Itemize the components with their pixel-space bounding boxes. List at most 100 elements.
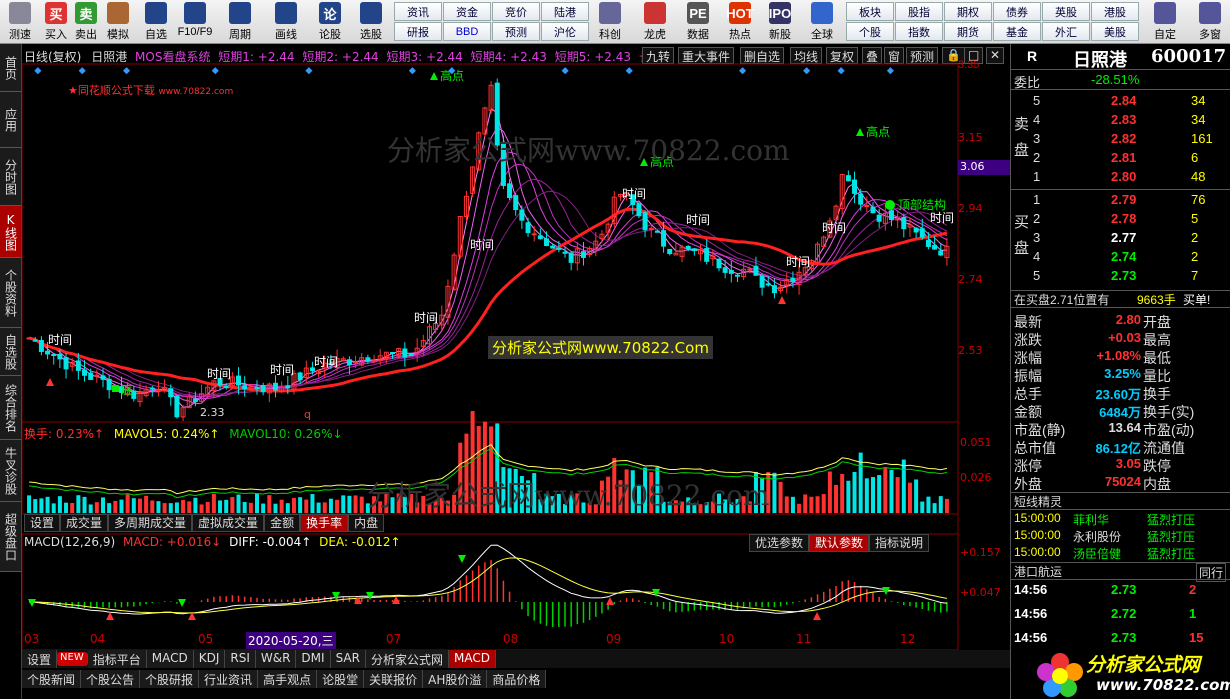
hot-button[interactable]: HOT 热点 [722,2,758,42]
r-marker: R [1027,48,1038,64]
pe-button[interactable]: PE 数据 [680,2,716,42]
indicator-tab[interactable]: RSI [225,650,256,668]
side-tab[interactable]: 牛叉诊股 [0,440,21,502]
news-tab[interactable]: 商品价格 [487,670,547,688]
level-price: 2.81 [1111,150,1137,165]
hammer-button[interactable]: 模拟 [100,2,136,42]
volume-bar [82,496,87,513]
toolbar-link[interactable]: 预测 [492,22,540,41]
magnifier-button[interactable]: 选股 [353,2,389,42]
buy-level-row[interactable]: 1 2.79 76 [1011,192,1230,210]
volume-tab[interactable]: 虚拟成交量 [192,514,265,532]
toolbar-link[interactable]: 板块 [846,2,894,21]
news-tab[interactable]: 行业资讯 [199,670,259,688]
toolbar-link[interactable]: 资金 [443,2,491,21]
buy-level-row[interactable]: 2 2.78 5 [1011,211,1230,229]
side-tab[interactable]: K线图 [0,206,21,258]
indicator-tab[interactable]: MACD [448,650,496,668]
volume-tab[interactable]: 设置 [24,514,61,532]
elf-row[interactable]: 15:00:00 菲利华 猛烈打压 [1011,511,1230,529]
side-tab[interactable]: 分时图 [0,148,21,206]
buy-level-row[interactable]: 4 2.74 2 [1011,249,1230,267]
candle-body [254,386,260,390]
star-button[interactable]: 自选 [138,2,174,42]
toolbar-link[interactable]: 资讯 [394,2,442,21]
forum-button[interactable]: 论论股 [312,2,348,42]
side-tab[interactable]: 综合排名 [0,376,21,440]
ipo-button[interactable]: IPO 新股 [762,2,798,42]
pen-button[interactable]: 画线 [268,2,304,42]
sell-level-row[interactable]: 2 2.81 6 [1011,150,1230,168]
toolbar-link[interactable]: 外汇 [1042,22,1090,41]
indicator-tab[interactable]: W&R [255,650,297,668]
volume-tab[interactable]: 多周期成交量 [108,514,193,532]
custom-button[interactable]: 自定 [1147,2,1183,42]
macd-tab[interactable]: 优选参数 [749,534,810,552]
news-tab[interactable]: 个股新闻 [22,670,82,688]
toolbar-link[interactable]: 基金 [993,22,1041,41]
toolbar-link[interactable]: 指数 [895,22,943,41]
indicator-tab[interactable]: 分析家公式网 [365,650,449,668]
sell-level-row[interactable]: 3 2.82 161 [1011,131,1230,149]
toolbar-link[interactable]: 沪伦 [541,22,589,41]
toolbar-link[interactable]: 期货 [944,22,992,41]
dragon-button[interactable]: 龙虎 [637,2,673,42]
clock-button[interactable]: 周期 [222,2,258,42]
toolbar-link[interactable]: 陆港 [541,2,589,21]
toolbar-link[interactable]: 个股 [846,22,894,41]
indicator-tab[interactable]: DMI [296,650,331,668]
candle-body [661,230,667,247]
toolbar-link[interactable]: 期权 [944,2,992,21]
toolbar-label: 模拟 [107,29,129,41]
volume-tab[interactable]: 金额 [264,514,301,532]
news-tab[interactable]: 个股研报 [140,670,200,688]
side-tab[interactable]: 自选股 [0,328,21,376]
news-tab[interactable]: AH股价溢 [423,670,488,688]
news-tab[interactable]: 高手观点 [258,670,318,688]
macd-tab[interactable]: 指标说明 [869,534,930,552]
buy-level-row[interactable]: 5 2.73 7 [1011,268,1230,286]
volume-tab[interactable]: 换手率 [300,514,349,532]
sell-level-row[interactable]: 4 2.83 34 [1011,112,1230,130]
toolbar-link[interactable]: 英股 [1042,2,1090,21]
peer-button[interactable]: 同行 [1196,563,1227,582]
indicator-tab[interactable]: 指标平台 [87,650,147,668]
kechuang-button[interactable]: 科创 [592,2,628,42]
toolbar-link[interactable]: BBD [443,22,491,41]
toolbar-link[interactable]: 港股 [1091,2,1139,21]
indicator-tab[interactable]: 设置 [22,650,58,668]
speed-button[interactable]: 测速 [2,2,38,42]
kline-chart-area[interactable]: 日线(复权) 日照港 MOS看盘系统 短期1: +2.44 短期2: +2.44… [22,44,1010,650]
news-tab[interactable]: 个股公告 [81,670,141,688]
toolbar-link[interactable]: 竞价 [492,2,540,21]
macd-tab[interactable]: 默认参数 [809,534,870,552]
volume-tab[interactable]: 成交量 [60,514,109,532]
side-tab[interactable]: 应用 [0,92,21,148]
indicator-tab[interactable]: KDJ [193,650,226,668]
buy-level-row[interactable]: 3 2.77 2 [1011,230,1230,248]
news-tab[interactable]: 关联报价 [364,670,424,688]
sell-button[interactable]: 卖卖出 [68,2,104,42]
indicator-tab[interactable]: MACD [146,650,194,668]
multiwindow-button[interactable]: 多窗 [1192,2,1228,42]
quote-row: 涨幅 +1.08% 最低 [1011,348,1230,366]
news-tab[interactable]: 论股堂 [317,670,365,688]
globe-button[interactable]: 全球 [804,2,840,42]
f10-button[interactable]: F10/F9 [177,2,213,42]
toolbar-link[interactable]: 研报 [394,22,442,41]
indicator-tab[interactable]: NEW [57,652,88,666]
indicator-tab[interactable]: SAR [330,650,366,668]
elf-row[interactable]: 15:00:00 汤臣倍健 猛烈打压 [1011,545,1230,563]
side-tab[interactable]: 首页 [0,44,21,92]
side-tab[interactable]: 超级盘口 [0,502,21,572]
volume-tab[interactable]: 内盘 [348,514,385,532]
toolbar-link[interactable]: 股指 [895,2,943,21]
toolbar-link[interactable]: 债券 [993,2,1041,21]
side-tab[interactable]: 个股资料 [0,258,21,328]
sell-level-row[interactable]: 5 2.84 34 [1011,93,1230,111]
promo-title: ★同花顺公式下载 [68,84,155,97]
toolbar-link[interactable]: 美股 [1091,22,1139,41]
sell-level-row[interactable]: 1 2.80 48 [1011,169,1230,187]
elf-row[interactable]: 15:00:00 永利股份 猛烈打压 [1011,528,1230,546]
sell-arrow-icon [28,599,36,607]
